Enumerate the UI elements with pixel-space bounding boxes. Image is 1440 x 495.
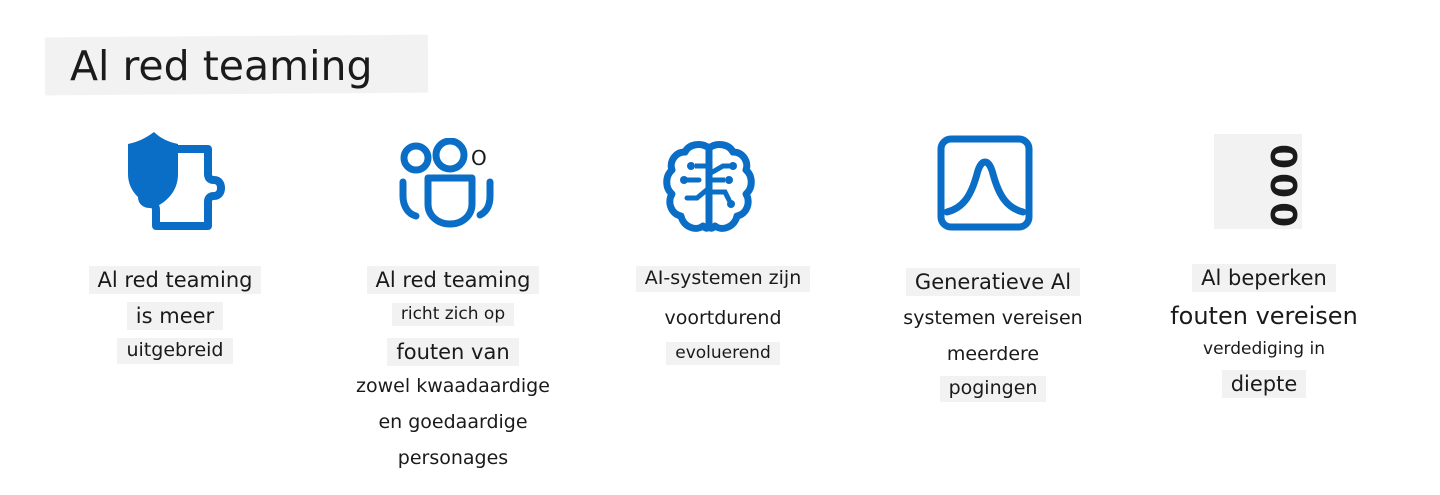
card-line: voortdurend [664,307,782,329]
card-line: fouten vereisen [1170,302,1358,330]
page-title: Al red teaming [70,42,373,90]
card-line: zowel kwaadaardige [356,375,550,397]
people-team-icon [398,138,508,248]
card-line: evoluerend [593,342,853,365]
card-line: richt zich op [323,303,583,326]
card-line: pogingen [863,376,1123,402]
card-line: Generatieve Al [863,268,1123,297]
card-line: fouten van [323,338,583,367]
shield-puzzle-icon [120,130,230,240]
card-line: meerdere [946,343,1040,365]
card-line: en goedaardige [378,411,528,433]
card-line: personages [397,447,509,469]
ooo-icon: 000 [1214,134,1303,232]
card-line: uitgebreid [45,338,305,364]
card-line: AI-systemen zijn [593,266,853,292]
card-line: Al red teaming [45,266,305,295]
brain-circuit-icon [663,136,773,246]
card-line: verdediging in [1203,339,1325,359]
card-line: Al red teaming [323,266,583,295]
card-line: Al beperken [1134,264,1394,293]
card-line: is meer [45,302,305,331]
icon-label: O [471,146,487,170]
ooo-icon-text: 000 [1262,144,1303,232]
bell-curve-icon [935,134,1045,244]
card-line: diepte [1134,370,1394,399]
card-line: systemen vereisen [903,307,1083,329]
